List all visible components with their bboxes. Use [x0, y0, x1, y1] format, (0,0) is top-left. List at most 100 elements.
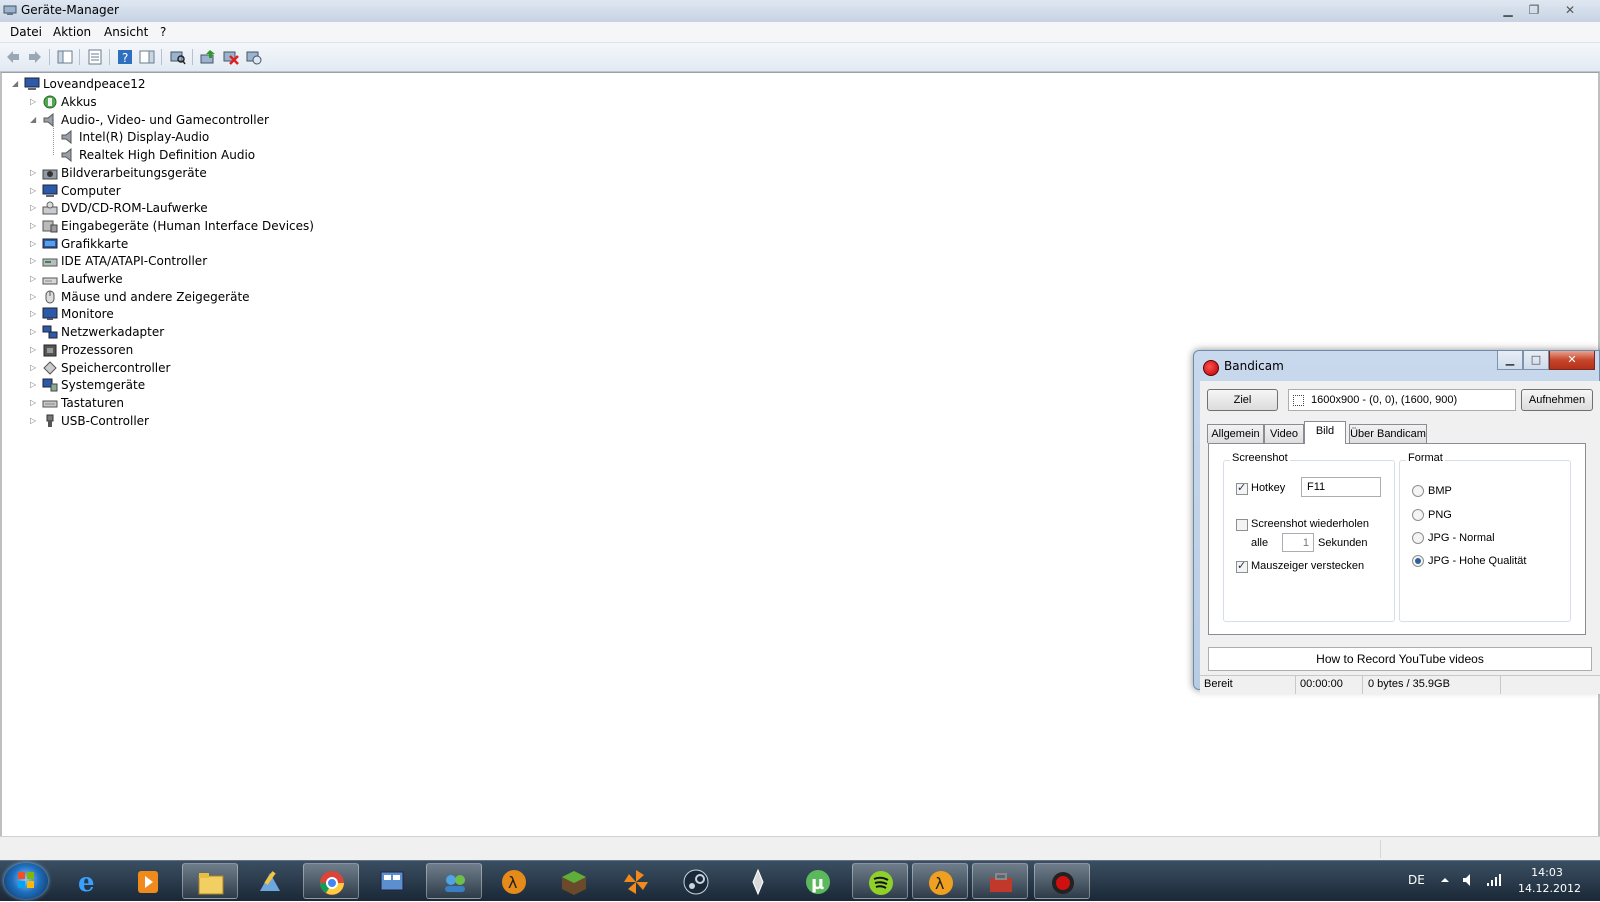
show-hidden-icons-icon[interactable]: [1440, 875, 1450, 885]
bandicam-close-button[interactable]: ✕: [1549, 351, 1595, 370]
expand-arrow-icon[interactable]: ▷: [30, 235, 40, 253]
expand-arrow-icon[interactable]: ▷: [30, 288, 40, 306]
help-icon[interactable]: ?: [117, 49, 133, 65]
close-button[interactable]: ✕: [1558, 1, 1582, 19]
volume-icon[interactable]: [1462, 873, 1476, 887]
taskbar-app-button[interactable]: [364, 863, 420, 899]
forward-icon[interactable]: [27, 49, 43, 65]
bandicam-minimize-button[interactable]: ▁: [1497, 351, 1523, 370]
start-button[interactable]: [4, 863, 48, 899]
taskbar-app-button[interactable]: [546, 863, 602, 899]
hotkey-checkbox[interactable]: [1236, 481, 1248, 495]
tab-bild[interactable]: Bild: [1304, 421, 1346, 444]
format-jpg-high-radio[interactable]: [1412, 555, 1424, 567]
bandicam-maximize-button[interactable]: □: [1523, 351, 1549, 370]
monitor-icon: [42, 307, 58, 321]
taskbar-app-button[interactable]: [303, 863, 359, 899]
tree-item-label: Loveandpeace12: [43, 77, 146, 91]
target-button[interactable]: Ziel: [1207, 389, 1278, 411]
capture-area-field[interactable]: 1600x900 - (0, 0), (1600, 900): [1288, 389, 1516, 411]
expand-arrow-icon[interactable]: ▷: [30, 376, 40, 394]
expand-arrow-icon[interactable]: ▷: [30, 252, 40, 270]
taskbar-app-button[interactable]: [182, 863, 238, 899]
action-pane-icon[interactable]: [139, 49, 155, 65]
enable-device-icon[interactable]: [246, 49, 262, 65]
interval-field[interactable]: 1: [1282, 533, 1314, 552]
expand-arrow-icon[interactable]: ▷: [30, 164, 40, 182]
menu-datei[interactable]: Datei: [10, 25, 42, 39]
hotkey-field[interactable]: F11: [1301, 477, 1381, 497]
windows-logo-icon: [18, 872, 34, 888]
taskbar-app-button[interactable]: [852, 863, 908, 899]
youtube-tutorial-link[interactable]: How to Record YouTube videos: [1208, 647, 1592, 671]
collapse-arrow-icon[interactable]: ◢: [12, 75, 22, 93]
scan-hardware-icon[interactable]: [170, 49, 186, 65]
taskbar-app-button[interactable]: [242, 863, 298, 899]
language-indicator[interactable]: DE: [1408, 873, 1425, 887]
expand-arrow-icon[interactable]: ▷: [30, 199, 40, 217]
processor-icon: [43, 344, 57, 357]
uninstall-icon[interactable]: [223, 49, 239, 65]
bandicam-window: Bandicam ▁ □ ✕ Ziel 1600x900 - (0, 0), (…: [1193, 350, 1600, 694]
expand-arrow-icon[interactable]: ▷: [30, 217, 40, 235]
update-driver-icon[interactable]: [200, 49, 216, 65]
tree-item-label: Computer: [61, 183, 121, 198]
back-icon[interactable]: [5, 49, 21, 65]
expand-arrow-icon[interactable]: ▷: [30, 359, 40, 377]
internet-explorer-icon: e: [78, 868, 95, 897]
expand-arrow-icon[interactable]: ▷: [30, 341, 40, 359]
tree-item-label: Speichercontroller: [61, 360, 171, 375]
toolbar-separator: [161, 49, 162, 65]
network-icon[interactable]: [1486, 873, 1502, 887]
taskbar-app-button[interactable]: [1034, 863, 1090, 899]
menu-ansicht[interactable]: Ansicht: [104, 25, 148, 39]
battery-icon: [43, 95, 57, 109]
taskbar-app-button[interactable]: µ: [790, 863, 846, 899]
tab-allgemein[interactable]: Allgemein: [1207, 424, 1264, 443]
maximize-button[interactable]: ❐: [1522, 1, 1546, 19]
expand-arrow-icon[interactable]: ▷: [30, 305, 40, 323]
toolbar-separator: [49, 49, 50, 65]
usb-icon: [46, 414, 54, 427]
tab-video[interactable]: Video: [1264, 424, 1304, 443]
expand-arrow-icon[interactable]: ▷: [30, 394, 40, 412]
taskbar-app-button[interactable]: [120, 863, 176, 899]
properties-icon[interactable]: [87, 49, 103, 65]
taskbar-app-button[interactable]: [972, 863, 1028, 899]
half-life-icon: λ: [929, 871, 953, 895]
expand-arrow-icon[interactable]: ▷: [30, 323, 40, 341]
taskbar-app-button[interactable]: λ: [486, 863, 542, 899]
disc-drive-icon: [42, 201, 58, 215]
expand-arrow-icon[interactable]: ▷: [30, 270, 40, 288]
format-jpg-high-label: JPG - Hohe Qualität: [1428, 555, 1527, 567]
clock[interactable]: 14:03 14.12.2012: [1518, 865, 1581, 897]
tree-item-label: Mäuse und andere Zeigegeräte: [61, 289, 250, 304]
taskbar-app-button[interactable]: [730, 863, 786, 899]
hide-cursor-checkbox[interactable]: [1236, 559, 1248, 573]
taskbar-app-button[interactable]: λ: [912, 863, 968, 899]
menu-help[interactable]: ?: [160, 25, 166, 39]
minimize-button[interactable]: ▁: [1496, 1, 1520, 19]
format-jpg-normal-radio[interactable]: [1412, 532, 1424, 544]
clock-date: 14.12.2012: [1518, 882, 1581, 895]
svg-text:λ: λ: [508, 873, 517, 892]
status-size: 0 bytes / 35.9GB: [1368, 678, 1450, 690]
taskbar-app-button[interactable]: [608, 863, 664, 899]
show-hide-console-tree-icon[interactable]: [57, 49, 73, 65]
repeat-screenshot-checkbox[interactable]: [1236, 519, 1248, 531]
taskbar-app-button[interactable]: [668, 863, 724, 899]
taskbar-app-button[interactable]: e: [60, 863, 116, 899]
seconds-label: Sekunden: [1318, 537, 1368, 549]
menu-aktion[interactable]: Aktion: [53, 25, 91, 39]
format-png-radio[interactable]: [1412, 509, 1424, 521]
tab-ueber-bandicam[interactable]: Über Bandicam: [1349, 424, 1427, 443]
expand-arrow-icon[interactable]: ▷: [30, 412, 40, 430]
collapse-arrow-icon[interactable]: ◢: [30, 111, 40, 129]
record-button[interactable]: Aufnehmen: [1521, 389, 1593, 411]
system-tray: DE 14:03 14.12.2012: [1400, 861, 1600, 901]
taskbar-app-button[interactable]: [426, 863, 482, 899]
toolbar-separator: [109, 49, 110, 65]
expand-arrow-icon[interactable]: ▷: [30, 182, 40, 200]
expand-arrow-icon[interactable]: ▷: [30, 93, 40, 111]
format-bmp-radio[interactable]: [1412, 485, 1424, 497]
